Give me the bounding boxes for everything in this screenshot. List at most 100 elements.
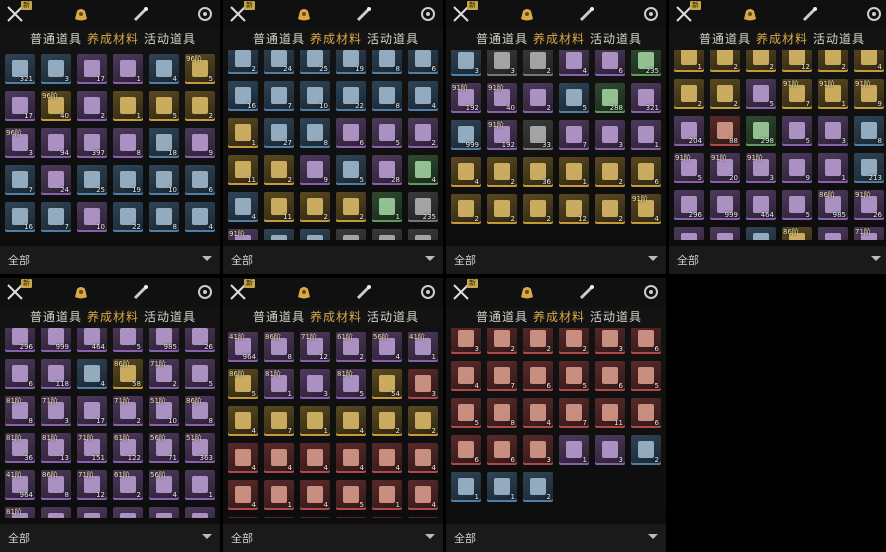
item-slot[interactable] — [336, 229, 366, 240]
item-slot[interactable]: 96阶 40 — [41, 91, 71, 121]
tab-2[interactable]: 活动道具 — [144, 31, 196, 47]
item-slot[interactable]: 91阶 1 — [818, 79, 848, 109]
item-slot[interactable]: 8 — [149, 202, 179, 232]
item-slot[interactable]: 19 — [336, 50, 366, 74]
item-slot[interactable]: 5 — [559, 83, 589, 113]
pouch-icon[interactable] — [72, 283, 90, 301]
item-slot[interactable]: 985 — [149, 328, 179, 352]
item-slot[interactable]: 298 — [746, 116, 776, 146]
tab-0[interactable]: 普通道具 — [30, 31, 82, 47]
item-slot[interactable]: 86阶 8 — [41, 470, 71, 500]
item-slot[interactable]: 6 — [487, 435, 517, 465]
item-slot[interactable]: 2 — [185, 91, 215, 121]
item-slot[interactable]: 4 — [264, 443, 294, 473]
item-slot[interactable]: 5 — [336, 480, 366, 510]
item-slot[interactable]: 28 — [372, 155, 402, 185]
item-slot[interactable]: 321 — [631, 83, 661, 113]
item-slot[interactable]: 6 — [5, 359, 35, 389]
brush-scroll-icon[interactable] — [578, 283, 596, 301]
filter-dropdown[interactable]: 全部 — [446, 524, 666, 552]
item-slot[interactable]: 2 — [818, 50, 848, 72]
item-slot[interactable] — [300, 229, 330, 240]
item-slot[interactable]: 4 — [336, 443, 366, 473]
item-slot[interactable]: 1 — [185, 470, 215, 500]
item-slot[interactable]: 81阶 5 — [336, 369, 366, 399]
item-slot[interactable]: 2 — [523, 50, 553, 76]
item-slot[interactable]: 8 — [487, 398, 517, 428]
tab-0[interactable]: 普通道具 — [30, 309, 82, 325]
item-slot[interactable] — [185, 507, 215, 518]
item-slot[interactable]: 96阶 5 — [185, 54, 215, 84]
tab-2[interactable]: 活动道具 — [367, 309, 419, 325]
item-slot[interactable]: 2 — [77, 91, 107, 121]
brush-scroll-icon[interactable] — [801, 5, 819, 23]
item-slot[interactable]: 96阶 3 — [5, 128, 35, 158]
item-slot[interactable]: 6 — [451, 435, 481, 465]
item-slot[interactable]: 56阶 4 — [372, 332, 402, 362]
item-slot[interactable]: 91阶 20 — [710, 153, 740, 183]
item-slot[interactable]: 2 — [336, 517, 366, 518]
item-slot[interactable]: 7 — [559, 398, 589, 428]
item-slot[interactable]: 321 — [5, 54, 35, 84]
item-slot[interactable]: 7 — [487, 361, 517, 391]
item-slot[interactable]: 5 — [559, 361, 589, 391]
tab-0[interactable]: 普通道具 — [476, 309, 528, 325]
item-slot[interactable]: 5 — [631, 361, 661, 391]
item-slot[interactable]: 86阶 985 — [818, 190, 848, 220]
brush-scroll-icon[interactable] — [132, 283, 150, 301]
pouch-icon[interactable] — [741, 5, 759, 23]
brush-scroll-icon[interactable] — [355, 5, 373, 23]
item-slot[interactable]: 6 — [408, 50, 438, 74]
item-slot[interactable]: 10 — [300, 81, 330, 111]
item-slot[interactable]: 213 — [854, 153, 884, 183]
item-slot[interactable]: 4 — [451, 157, 481, 187]
pouch-icon[interactable] — [72, 5, 90, 23]
item-slot[interactable]: 17 — [77, 54, 107, 84]
item-slot[interactable]: 2 — [372, 406, 402, 436]
item-slot[interactable]: 1 — [818, 153, 848, 183]
item-slot[interactable]: 8 — [113, 128, 143, 158]
item-slot[interactable]: 4 — [77, 359, 107, 389]
filter-dropdown[interactable]: 全部 — [223, 246, 443, 274]
item-slot[interactable] — [372, 229, 402, 240]
pouch-icon[interactable] — [518, 283, 536, 301]
item-slot[interactable]: 94 — [41, 128, 71, 158]
item-slot[interactable]: 61阶 2 — [336, 332, 366, 362]
gear-icon[interactable] — [196, 283, 214, 301]
item-slot[interactable]: 3 — [41, 54, 71, 84]
item-slot[interactable]: 6 — [523, 361, 553, 391]
item-slot[interactable]: 4 — [300, 480, 330, 510]
item-slot[interactable]: 3 — [264, 517, 294, 518]
item-slot[interactable]: 4 — [559, 50, 589, 76]
tab-2[interactable]: 活动道具 — [590, 31, 642, 47]
item-slot[interactable]: 91阶 40 — [487, 83, 517, 113]
item-slot[interactable]: 18 — [149, 128, 179, 158]
tab-2[interactable]: 活动道具 — [144, 309, 196, 325]
item-slot[interactable]: 7 — [264, 81, 294, 111]
item-slot[interactable] — [408, 229, 438, 240]
item-slot[interactable]: 91阶 192 — [487, 120, 517, 150]
item-slot[interactable]: 54 — [372, 369, 402, 399]
item-slot[interactable]: 81阶 36 — [5, 433, 35, 463]
gear-icon[interactable] — [419, 5, 437, 23]
item-slot[interactable]: 2 — [631, 435, 661, 465]
item-slot[interactable]: 235 — [631, 50, 661, 76]
item-slot[interactable]: 2 — [559, 328, 589, 354]
tab-1[interactable]: 养成材料 — [533, 309, 585, 325]
item-slot[interactable]: 2 — [487, 328, 517, 354]
filter-dropdown[interactable]: 全部 — [0, 246, 220, 274]
item-slot[interactable]: 1 — [300, 406, 330, 436]
item-slot[interactable]: 71阶 12 — [77, 470, 107, 500]
item-slot[interactable] — [77, 507, 107, 518]
gear-icon[interactable] — [196, 5, 214, 23]
item-slot[interactable]: 4 — [408, 81, 438, 111]
item-slot[interactable]: 5 — [336, 155, 366, 185]
item-slot[interactable]: 2 — [264, 155, 294, 185]
item-slot[interactable]: 397 — [77, 128, 107, 158]
item-slot[interactable]: 2 — [674, 79, 704, 109]
item-slot[interactable]: 4 — [372, 443, 402, 473]
item-slot[interactable]: 71阶5 — [854, 227, 884, 240]
item-slot[interactable]: 3 — [595, 120, 625, 150]
item-slot[interactable]: 3 — [408, 369, 438, 399]
item-slot[interactable]: 4 — [408, 443, 438, 473]
